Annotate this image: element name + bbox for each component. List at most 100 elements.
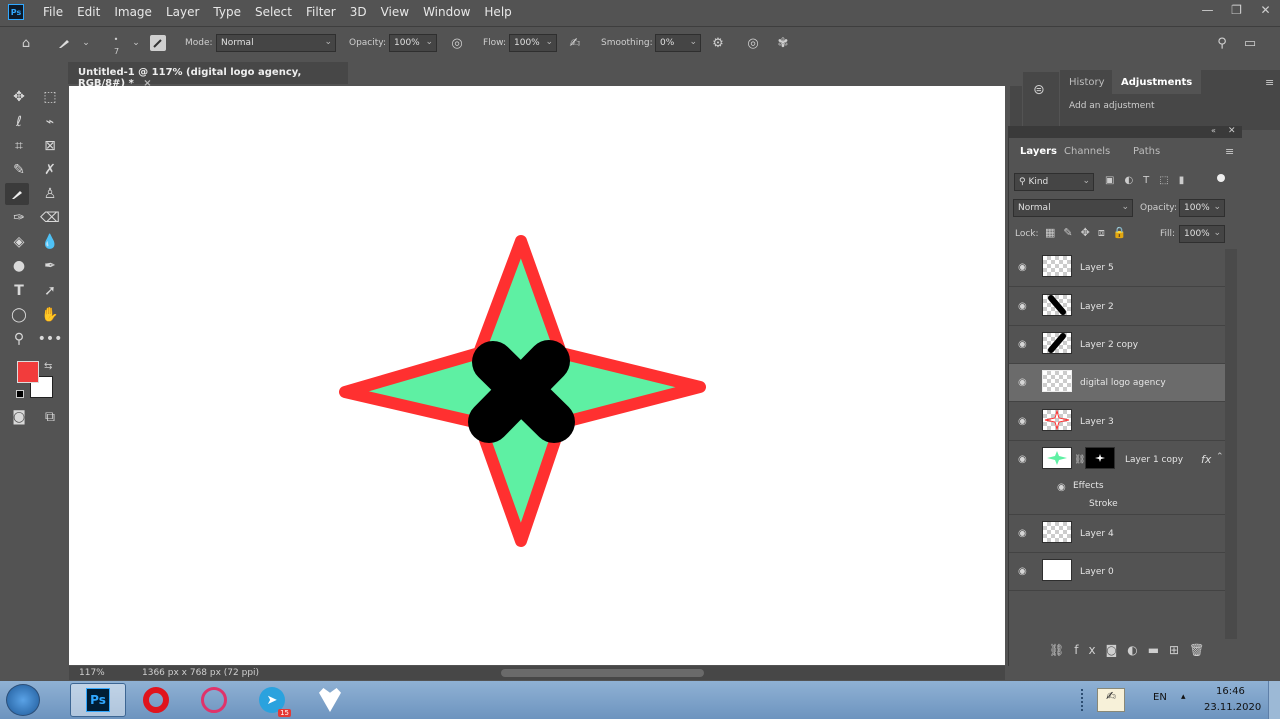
notes-icon[interactable]: ✍ [1097,688,1125,712]
taskbar-app[interactable] [302,683,358,717]
taskbar-opera[interactable] [128,683,184,717]
start-button-icon[interactable] [6,684,40,716]
brush-tool-icon[interactable] [5,183,29,205]
lasso-tool-icon[interactable]: ℓ [7,111,31,133]
tray-expand-icon[interactable]: ▴ [1181,692,1186,702]
menu-view[interactable]: View [374,5,416,19]
document-tab[interactable]: Untitled-1 @ 117% (digital logo agency, … [68,62,348,89]
horizontal-scrollbar[interactable] [501,669,704,677]
clock-date[interactable]: 23.11.2020 [1204,702,1261,713]
eye-icon[interactable]: ◉ [1018,454,1030,465]
layer-opacity-field[interactable]: 100% ⌄ [1179,199,1225,217]
minimize-button[interactable]: — [1193,0,1222,20]
zoom-tool-icon[interactable]: ⚲ [7,328,31,350]
panel-menu-icon[interactable]: ≡ [1265,76,1274,89]
type-tool-icon[interactable]: T [7,280,31,302]
new-layer-icon[interactable]: ⊞ [1169,643,1189,657]
layer-filter-select[interactable]: ⚲ Kind ⌄ [1014,173,1094,191]
layer-row[interactable]: ◉ ⛓ Layer 1 copy fx ⌃ ◉ Effects Stroke [1009,441,1225,515]
layers-scrollbar[interactable] [1225,249,1237,639]
restore-button[interactable]: ❐ [1222,0,1251,20]
brush-preset-icon[interactable] [56,35,72,51]
taskbar-telegram[interactable]: ➤ 15 [244,683,300,717]
link-icon[interactable]: ⛓ [1074,455,1085,465]
taskbar-photoshop[interactable]: Ps [70,683,126,717]
chevron-down-icon[interactable]: ⌄ [128,35,144,51]
photoshop-logo-icon[interactable]: Ps [8,4,24,20]
dodge-tool-icon[interactable]: ● [7,255,31,277]
quick-mask-icon[interactable]: ◙ [7,406,31,428]
workspace-icon[interactable]: ▭ [1242,35,1258,51]
blur-tool-icon[interactable]: 💧 [38,231,62,253]
screen-mode-icon[interactable]: ⧉ [38,406,62,428]
menu-3d[interactable]: 3D [343,5,374,19]
default-colors-icon[interactable] [16,390,24,398]
bucket-tool-icon[interactable]: ◈ [7,231,31,253]
home-icon[interactable]: ⌂ [18,35,34,51]
close-panel-icon[interactable]: ✕ [1228,126,1236,136]
fx-badge[interactable]: fx [1201,453,1211,466]
menu-select[interactable]: Select [248,5,299,19]
language-indicator[interactable]: EN [1153,692,1167,703]
layer-row[interactable]: ◉ Layer 3 [1009,403,1225,441]
close-button[interactable]: ✕ [1251,0,1280,20]
menu-help[interactable]: Help [477,5,518,19]
filter-toggle-icon[interactable] [1217,174,1225,182]
move-tool-icon[interactable]: ✥ [7,86,31,108]
eye-icon[interactable]: ◉ [1018,377,1030,388]
blend-mode-select[interactable]: Normal ⌄ [1013,199,1133,217]
tab-history[interactable]: History [1060,70,1114,94]
fx-icon[interactable]: fx [1074,643,1105,657]
eye-icon[interactable]: ◉ [1018,262,1030,273]
swap-colors-icon[interactable]: ⇆ [44,361,52,372]
tab-paths[interactable]: Paths [1124,139,1169,163]
menu-type[interactable]: Type [206,5,248,19]
eye-icon[interactable]: ◉ [1018,566,1030,577]
ellipse-tool-icon[interactable]: ◯ [7,304,31,326]
show-desktop-button[interactable] [1268,681,1280,719]
brush-panel-icon[interactable] [150,35,166,51]
stamp-tool-icon[interactable]: ♙ [38,183,62,205]
eyedropper-tool-icon[interactable]: ✎ [7,159,31,181]
quick-select-tool-icon[interactable]: ⌁ [38,111,62,133]
tab-adjustments[interactable]: Adjustments [1112,70,1202,94]
symmetry-icon[interactable]: ✾ [775,35,791,51]
history-panel-icon[interactable]: ⊜ [1033,82,1045,98]
search-icon[interactable]: ⚲ [1214,35,1230,51]
opacity-field[interactable]: 100% ⌄ [389,34,437,52]
mode-select[interactable]: Normal ⌄ [216,34,336,52]
menu-filter[interactable]: Filter [299,5,343,19]
menu-image[interactable]: Image [107,5,159,19]
canvas[interactable] [69,86,1005,665]
flow-field[interactable]: 100% ⌄ [509,34,557,52]
gear-icon[interactable]: ⚙ [710,35,726,51]
menu-window[interactable]: Window [416,5,477,19]
menu-layer[interactable]: Layer [159,5,206,19]
smoothing-field[interactable]: 0% ⌄ [655,34,701,52]
layer-row[interactable]: ◉ Layer 5 [1009,249,1225,287]
foreground-color-swatch[interactable] [17,361,39,383]
fill-field[interactable]: 100% ⌄ [1179,225,1225,243]
healing-tool-icon[interactable]: ✗ [38,159,62,181]
crop-tool-icon[interactable]: ⌗ [7,135,31,157]
layer-row[interactable]: ◉ Layer 4 [1009,515,1225,553]
zoom-level[interactable]: 117% [79,668,105,678]
path-select-tool-icon[interactable]: ➚ [38,280,62,302]
pressure-opacity-icon[interactable]: ◎ [449,35,465,51]
collapse-icon[interactable]: « [1211,126,1216,135]
add-mask-icon[interactable]: ◙ [1106,643,1128,657]
eye-icon[interactable]: ◉ [1018,301,1030,312]
chevron-up-icon[interactable]: ⌃ [1216,452,1224,462]
menu-file[interactable]: File [36,5,70,19]
taskbar-opera-gx[interactable] [186,683,242,717]
eraser-tool-icon[interactable]: ⌫ [38,207,62,229]
pressure-size-icon[interactable]: ◎ [745,35,761,51]
airbrush-icon[interactable]: ✍ [567,35,583,51]
link-layers-icon[interactable]: ⛓ [1049,643,1074,657]
filter-type-icons[interactable]: ▣◐T⬚▮ [1105,175,1194,186]
marquee-tool-icon[interactable]: ⬚ [38,86,62,108]
lock-icons[interactable]: ▦✎✥⧈🔒 [1045,226,1135,240]
panel-menu-icon[interactable]: ≡ [1225,145,1234,158]
layer-row[interactable]: ◉ Layer 2 copy [1009,326,1225,364]
frame-tool-icon[interactable]: ⊠ [38,135,62,157]
